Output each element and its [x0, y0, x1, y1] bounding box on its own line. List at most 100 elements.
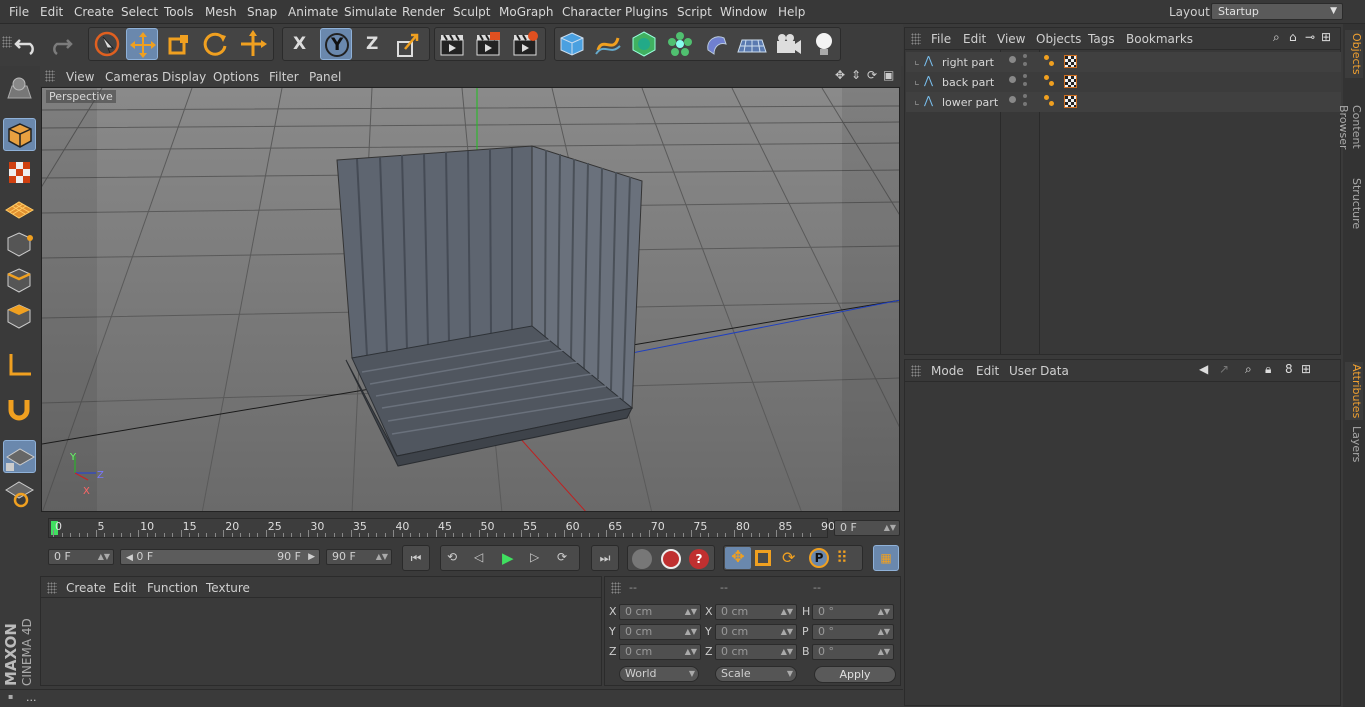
render-visibility-dot-icon[interactable] — [1023, 54, 1027, 58]
perspective-viewport[interactable]: Y Z X Perspective — [41, 87, 900, 512]
key-rotation-icon[interactable]: ⟳ — [782, 548, 795, 567]
polygons-mode-button[interactable] — [3, 300, 36, 333]
menu-mograph[interactable]: MoGraph — [499, 5, 554, 19]
end-frame-field[interactable]: 90 F ▲▼ — [326, 549, 392, 565]
model-mode-button[interactable] — [3, 118, 36, 151]
make-editable-button[interactable] — [3, 74, 36, 107]
object-name[interactable]: back part — [942, 76, 994, 89]
material-menu-create[interactable]: Create — [66, 581, 106, 595]
record-keys-icon[interactable] — [661, 549, 681, 569]
object-manager-grip-icon[interactable] — [911, 33, 921, 45]
key-pla-icon[interactable]: ⠿ — [836, 548, 848, 567]
workplane-mode-button[interactable] — [3, 192, 36, 225]
y-axis-button[interactable]: Y — [320, 28, 352, 60]
locked-workplane-button[interactable] — [3, 476, 36, 509]
menu-snap[interactable]: Snap — [247, 5, 277, 19]
coord-system-select[interactable]: World ▼ — [619, 666, 699, 682]
editor-visibility-dot-icon[interactable] — [1009, 96, 1016, 103]
coord-rotation-field[interactable]: 0 ° ▲▼ — [812, 604, 894, 620]
material-menu-texture[interactable]: Texture — [206, 581, 250, 595]
menu-character[interactable]: Character — [562, 5, 621, 19]
texture-tag-icon[interactable] — [1064, 95, 1077, 108]
array-button[interactable] — [664, 28, 696, 60]
move-tool-button[interactable] — [126, 28, 158, 60]
lock-icon[interactable]: 🔒︎ — [1265, 362, 1271, 377]
render-settings-button[interactable] — [509, 28, 541, 60]
filter-icon[interactable]: ⊸ — [1305, 30, 1315, 44]
om-menu-tags[interactable]: Tags — [1088, 32, 1115, 46]
next-key-icon[interactable]: ⟳ — [557, 550, 567, 564]
go-to-end-button[interactable]: ⏭ — [591, 545, 619, 571]
previous-key-icon[interactable]: ⟲ — [447, 550, 457, 564]
key-scale-icon[interactable] — [755, 550, 771, 566]
object-row[interactable]: ⌞ ⋀ right part — [906, 52, 1341, 72]
render-visibility-dot-icon[interactable] — [1023, 82, 1027, 86]
object-row[interactable]: ⌞ ⋀ back part — [906, 72, 1341, 92]
phong-tag-icon[interactable] — [1044, 55, 1056, 67]
attr-menu-mode[interactable]: Mode — [931, 364, 964, 378]
om-menu-edit[interactable]: Edit — [963, 32, 986, 46]
timeline-track[interactable]: 0 5 10 15 20 25 30 35 40 45 50 55 60 65 70 75 80 85 90 — [48, 518, 835, 538]
apply-button[interactable]: Apply — [814, 666, 896, 683]
menu-simulate[interactable]: Simulate — [344, 5, 397, 19]
undo-button[interactable] — [10, 28, 42, 60]
menu-plugins[interactable]: Plugins — [625, 5, 668, 19]
floor-button[interactable] — [736, 28, 768, 60]
viewport-menu-options[interactable]: Options — [213, 70, 259, 84]
tab-layers[interactable]: Layers — [1345, 424, 1363, 464]
viewport-maximize-icon[interactable]: ▣ — [883, 68, 894, 82]
viewport-menu-filter[interactable]: Filter — [269, 70, 299, 84]
editor-visibility-dot-icon[interactable] — [1009, 56, 1016, 63]
coord-position-field[interactable]: 0 cm ▲▼ — [619, 604, 701, 620]
om-menu-bookmarks[interactable]: Bookmarks — [1126, 32, 1193, 46]
box-model[interactable] — [336, 145, 643, 467]
menu-help[interactable]: Help — [778, 5, 805, 19]
texture-mode-button[interactable] — [3, 156, 36, 189]
viewport-menu-panel[interactable]: Panel — [309, 70, 341, 84]
attr-menu-user-data[interactable]: User Data — [1009, 364, 1069, 378]
cube-button[interactable] — [556, 28, 588, 60]
camera-button[interactable] — [772, 28, 804, 60]
redo-button[interactable] — [45, 28, 77, 60]
coord-position-field[interactable]: 0 cm ▲▼ — [619, 624, 701, 640]
back-arrow-icon[interactable]: ◀ — [1199, 362, 1208, 376]
viewport-move-icon[interactable]: ✥ — [835, 68, 845, 82]
home-icon[interactable]: ⌂ — [1289, 30, 1297, 44]
menu-file[interactable]: File — [9, 5, 29, 19]
coord-position-field[interactable]: 0 cm ▲▼ — [619, 644, 701, 660]
live-selection-button[interactable] — [91, 28, 123, 60]
coord-rotation-field[interactable]: 0 ° ▲▼ — [812, 624, 894, 640]
next-frame-icon[interactable]: ▷ — [530, 550, 539, 564]
menu-render[interactable]: Render — [402, 5, 445, 19]
menu-mesh[interactable]: Mesh — [205, 5, 237, 19]
size-mode-select[interactable]: Scale ▼ — [715, 666, 797, 682]
object-name[interactable]: right part — [942, 56, 994, 69]
forward-arrow-icon[interactable]: ↗ — [1219, 362, 1229, 376]
material-menu-function[interactable]: Function — [147, 581, 198, 595]
subdivision-surface-button[interactable] — [628, 28, 660, 60]
viewport-grip-icon[interactable] — [45, 70, 55, 82]
attribute-grip-icon[interactable] — [911, 365, 921, 377]
edges-mode-button[interactable] — [3, 264, 36, 297]
om-menu-file[interactable]: File — [931, 32, 951, 46]
menu-edit[interactable]: Edit — [40, 5, 63, 19]
new-window-icon[interactable]: ⊞ — [1321, 30, 1331, 44]
attr-menu-edit[interactable]: Edit — [976, 364, 999, 378]
viewport-scene[interactable]: Y Z X — [42, 88, 900, 512]
go-to-start-button[interactable]: ⏮ — [402, 545, 430, 571]
deformer-button[interactable] — [700, 28, 732, 60]
viewport-menu-view[interactable]: View — [66, 70, 94, 84]
om-menu-view[interactable]: View — [997, 32, 1025, 46]
object-name[interactable]: lower part — [942, 96, 998, 109]
search-icon[interactable]: ⌕ — [1273, 30, 1280, 45]
menu-select[interactable]: Select — [121, 5, 158, 19]
render-visibility-dot-icon[interactable] — [1023, 62, 1027, 66]
light-button[interactable] — [808, 28, 840, 60]
viewport-zoom-icon[interactable]: ⇕ — [851, 68, 861, 82]
render-picture-viewer-button[interactable] — [472, 28, 504, 60]
render-visibility-dot-icon[interactable] — [1023, 94, 1027, 98]
previous-frame-icon[interactable]: ◁ — [474, 550, 483, 564]
texture-tag-icon[interactable] — [1064, 75, 1077, 88]
coord-size-field[interactable]: 0 cm ▲▼ — [715, 644, 797, 660]
coord-size-field[interactable]: 0 cm ▲▼ — [715, 624, 797, 640]
